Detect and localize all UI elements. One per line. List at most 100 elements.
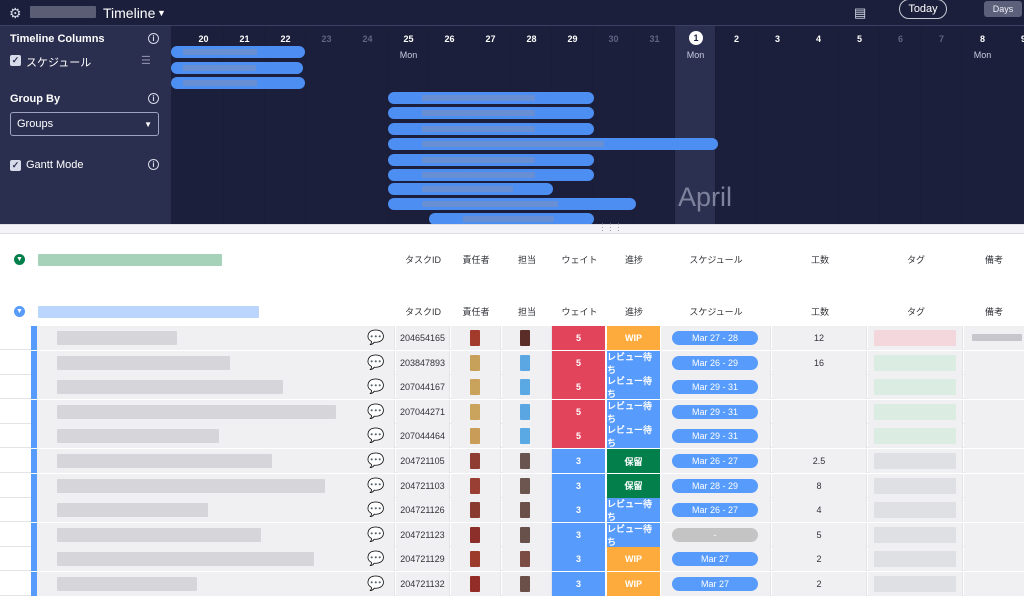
column-header[interactable]: 工数: [772, 253, 868, 266]
tag-cell[interactable]: [868, 350, 963, 375]
column-header[interactable]: 工数: [772, 305, 868, 318]
task-name-redacted[interactable]: [37, 522, 395, 547]
assignee-cell[interactable]: [502, 326, 552, 350]
comment-icon[interactable]: 💬: [367, 550, 385, 568]
weight-cell[interactable]: 5: [552, 424, 606, 449]
schedule-cell[interactable]: Mar 26 - 27: [661, 498, 771, 523]
schedule-cell[interactable]: Mar 28 - 29: [661, 473, 771, 498]
tag-cell[interactable]: [868, 547, 963, 572]
info-icon[interactable]: i: [148, 33, 159, 44]
status-cell[interactable]: 保留: [607, 473, 661, 498]
tag-cell[interactable]: [868, 522, 963, 547]
status-cell[interactable]: 保留: [607, 449, 661, 473]
effort-cell[interactable]: 12: [772, 326, 867, 350]
tag-cell[interactable]: [868, 572, 963, 596]
task-name-redacted[interactable]: [37, 424, 395, 449]
status-cell[interactable]: WIP: [607, 547, 661, 572]
task-name-redacted[interactable]: [37, 375, 395, 400]
note-cell[interactable]: [964, 473, 1024, 498]
column-header[interactable]: 備考: [964, 253, 1024, 266]
effort-cell[interactable]: 16: [772, 350, 867, 375]
task-name-redacted[interactable]: [37, 399, 395, 424]
note-cell[interactable]: [964, 326, 1024, 350]
owner-cell[interactable]: [451, 449, 501, 473]
owner-cell[interactable]: [451, 350, 501, 375]
table-row[interactable]: 💬 204721123 3 レビュー待ち -5: [0, 522, 1024, 547]
schedule-cell[interactable]: Mar 27 - 28: [661, 326, 771, 350]
owner-cell[interactable]: [451, 326, 501, 350]
task-name-redacted[interactable]: [37, 350, 395, 375]
weight-cell[interactable]: 3: [552, 473, 606, 498]
assignee-cell[interactable]: [502, 547, 552, 572]
effort-cell[interactable]: 8: [772, 473, 867, 498]
status-cell[interactable]: レビュー待ち: [607, 522, 661, 547]
weight-cell[interactable]: 3: [552, 547, 606, 572]
gear-icon[interactable]: ⚙: [9, 0, 22, 26]
assignee-cell[interactable]: [502, 449, 552, 473]
tag-cell[interactable]: [868, 326, 963, 350]
table-row[interactable]: 💬 204721132 3 WIP Mar 27 2: [0, 572, 1024, 596]
column-header[interactable]: ウェイト: [552, 305, 607, 318]
column-header[interactable]: 進捗: [607, 253, 661, 266]
assignee-cell[interactable]: [502, 498, 552, 523]
gantt-bar[interactable]: [171, 77, 305, 89]
column-header[interactable]: タグ: [868, 305, 964, 318]
schedule-cell[interactable]: Mar 29 - 31: [661, 399, 771, 424]
effort-cell[interactable]: 5: [772, 522, 867, 547]
group-by-select[interactable]: Groups ▼: [10, 112, 159, 136]
assignee-cell[interactable]: [502, 473, 552, 498]
column-header[interactable]: タグ: [868, 253, 964, 266]
weight-cell[interactable]: 3: [552, 522, 606, 547]
task-name-redacted[interactable]: [37, 449, 395, 473]
status-cell[interactable]: レビュー待ち: [607, 498, 661, 523]
owner-cell[interactable]: [451, 375, 501, 400]
assignee-cell[interactable]: [502, 350, 552, 375]
timeline-chart[interactable]: 20 21 22 23 24 25 Mon 26 27 28 29 30 31 1 Mon 2 3 4 5 6 7 8 Mo…: [171, 26, 1024, 224]
table-row[interactable]: 💬 204721103 3 保留 Mar 28 - 29 8: [0, 473, 1024, 498]
status-cell[interactable]: レビュー待ち: [607, 375, 661, 400]
comment-icon[interactable]: 💬: [367, 427, 385, 445]
column-header[interactable]: スケジュール: [661, 305, 771, 318]
collapse-icon[interactable]: ▼: [14, 306, 25, 317]
gantt-bar[interactable]: [388, 154, 594, 166]
weight-cell[interactable]: 5: [552, 350, 606, 375]
weight-cell[interactable]: 3: [552, 498, 606, 523]
table-row[interactable]: 💬 203847893 5 レビュー待ち Mar 26 - 29 16: [0, 350, 1024, 375]
assignee-cell[interactable]: [502, 424, 552, 449]
table-row[interactable]: 💬 204721126 3 レビュー待ち Mar 26 - 27 4: [0, 498, 1024, 523]
column-header[interactable]: タスクID: [396, 253, 450, 266]
table-row[interactable]: 💬 204654165 5 WIP Mar 27 - 28 12: [0, 326, 1024, 350]
comment-icon[interactable]: 💬: [367, 354, 385, 372]
weight-cell[interactable]: 3: [552, 449, 606, 473]
comment-icon[interactable]: 💬: [367, 501, 385, 519]
assignee-cell[interactable]: [502, 375, 552, 400]
table-row[interactable]: 💬 204721105 3 保留 Mar 26 - 27 2.5: [0, 449, 1024, 473]
schedule-cell[interactable]: Mar 27: [661, 572, 771, 596]
group-title-redacted[interactable]: [38, 254, 222, 266]
effort-cell[interactable]: [772, 375, 867, 400]
gantt-mode-checkbox[interactable]: ✓: [10, 160, 21, 171]
effort-cell[interactable]: [772, 424, 867, 449]
tag-cell[interactable]: [868, 424, 963, 449]
task-name-redacted[interactable]: [37, 547, 395, 572]
task-name-redacted[interactable]: [37, 498, 395, 523]
comment-icon[interactable]: 💬: [367, 477, 385, 495]
gantt-bar[interactable]: [388, 138, 718, 150]
comment-icon[interactable]: 💬: [367, 329, 385, 347]
schedule-cell[interactable]: Mar 29 - 31: [661, 375, 771, 400]
document-icon[interactable]: ▤: [854, 0, 866, 26]
assignee-cell[interactable]: [502, 399, 552, 424]
comment-icon[interactable]: 💬: [367, 378, 385, 396]
days-button[interactable]: Days: [984, 1, 1022, 17]
weight-cell[interactable]: 3: [552, 572, 606, 596]
column-header[interactable]: 責任者: [450, 253, 502, 266]
tag-cell[interactable]: [868, 399, 963, 424]
gantt-bar[interactable]: [388, 107, 594, 119]
today-button[interactable]: Today: [899, 0, 947, 19]
schedule-cell[interactable]: Mar 27: [661, 547, 771, 572]
table-row[interactable]: 💬 207044271 5 レビュー待ち Mar 29 - 31: [0, 399, 1024, 424]
note-cell[interactable]: [964, 399, 1024, 424]
task-name-redacted[interactable]: [37, 572, 395, 596]
comment-icon[interactable]: 💬: [367, 452, 385, 470]
gantt-bar[interactable]: [429, 213, 594, 224]
